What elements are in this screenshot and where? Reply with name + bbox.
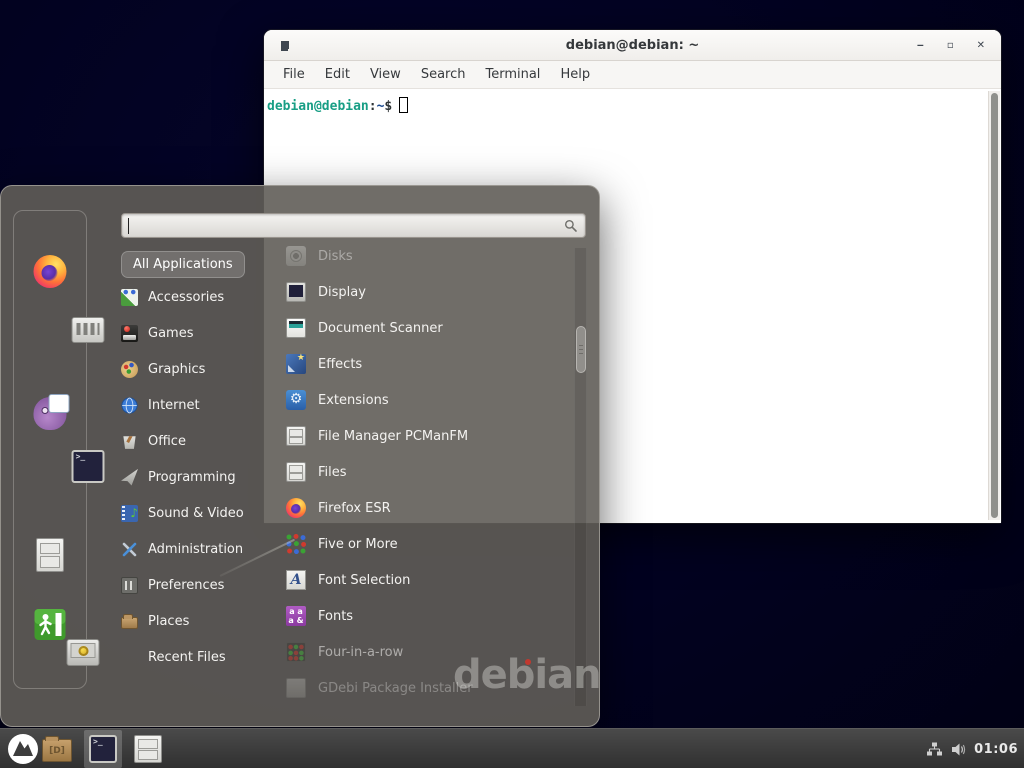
app-five-or-more[interactable]: Five or More [286, 526, 572, 562]
category-places[interactable]: Places [121, 603, 281, 639]
applications-menu-button[interactable] [8, 734, 38, 764]
close-icon[interactable]: ✕ [977, 41, 985, 51]
extensions-icon [286, 390, 306, 410]
app-files[interactable]: Files [286, 454, 572, 490]
category-administration[interactable]: Administration [121, 531, 281, 567]
app-document-scanner[interactable]: Document Scanner [286, 310, 572, 346]
office-icon [121, 433, 138, 450]
menu-search[interactable]: Search [411, 67, 476, 82]
category-office[interactable]: Office [121, 423, 281, 459]
internet-icon [121, 397, 138, 414]
taskbar-terminal-icon [89, 735, 117, 763]
menu-edit[interactable]: Edit [315, 67, 360, 82]
app-file-manager-pcmanfm[interactable]: File Manager PCManFM [286, 418, 572, 454]
clock[interactable]: 01:06 [974, 742, 1018, 757]
menu-view[interactable]: View [360, 67, 411, 82]
fonts-icon [286, 606, 306, 626]
category-preferences[interactable]: Preferences [121, 567, 281, 603]
maximize-icon[interactable]: ▫ [947, 41, 954, 51]
file-manager-pcmanfm-icon [286, 426, 306, 446]
menu-logo-icon [8, 734, 38, 764]
app-fonts[interactable]: Fonts [286, 598, 572, 634]
software-icon[interactable] [72, 317, 105, 343]
desktop-folder-button[interactable]: [D] [42, 739, 72, 762]
terminal-icon[interactable] [72, 450, 105, 483]
accessories-icon [121, 289, 138, 306]
menu-scrollbar[interactable] [574, 248, 587, 706]
search-icon [564, 219, 578, 233]
pidgin-icon[interactable] [34, 397, 67, 430]
category-games[interactable]: Games [121, 315, 281, 351]
category-list: All Applications Accessories Games Graph… [121, 251, 281, 675]
sound-video-icon [121, 505, 138, 522]
terminal-menubar: File Edit View Search Terminal Help [264, 61, 1001, 89]
network-icon[interactable] [926, 741, 943, 758]
menu-terminal[interactable]: Terminal [475, 67, 550, 82]
app-display[interactable]: Display [286, 274, 572, 310]
watermark-red-dot [525, 659, 531, 665]
programming-icon [121, 469, 138, 486]
app-disks[interactable]: Disks [286, 238, 572, 274]
menu-scrollbar-thumb[interactable] [576, 326, 586, 373]
terminal-scrollbar-thumb[interactable] [991, 93, 998, 518]
shell-prompt: debian@debian:~$ [264, 90, 1001, 114]
taskbar-terminal-button[interactable] [84, 730, 122, 768]
menu-file[interactable]: File [273, 67, 315, 82]
document-scanner-icon [286, 318, 306, 338]
display-icon [286, 282, 306, 302]
font-selection-icon [286, 570, 306, 590]
category-graphics[interactable]: Graphics [121, 351, 281, 387]
terminal-scrollbar[interactable] [988, 91, 1000, 520]
firefox-esr-icon [286, 498, 306, 518]
terminal-cursor [399, 97, 408, 113]
lock-screen-icon[interactable] [67, 639, 100, 666]
category-accessories[interactable]: Accessories [121, 279, 281, 315]
graphics-icon [121, 361, 138, 378]
effects-icon [286, 354, 306, 374]
system-tray: 01:06 [926, 729, 1018, 768]
menu-help[interactable]: Help [550, 67, 600, 82]
taskbar-files-button[interactable] [134, 735, 162, 763]
five-or-more-icon [286, 534, 306, 554]
four-in-a-row-icon [286, 642, 306, 662]
category-programming[interactable]: Programming [121, 459, 281, 495]
application-list: Disks Display Document Scanner Effects E… [286, 238, 572, 706]
applications-menu: All Applications Accessories Games Graph… [0, 185, 600, 727]
administration-icon [121, 541, 138, 558]
search-field[interactable] [121, 213, 586, 238]
category-all-applications[interactable]: All Applications [121, 251, 245, 278]
search-caret [128, 218, 129, 234]
app-firefox-esr[interactable]: Firefox ESR [286, 490, 572, 526]
preferences-icon [121, 577, 138, 594]
app-extensions[interactable]: Extensions [286, 382, 572, 418]
category-sound-video[interactable]: Sound & Video [121, 495, 281, 531]
volume-icon[interactable] [950, 741, 967, 758]
wallpaper-watermark: debian [453, 652, 601, 698]
favorites-panel [13, 210, 87, 689]
app-effects[interactable]: Effects [286, 346, 572, 382]
terminal-titlebar[interactable]: debian@debian: ~ ‒ ▫ ✕ [264, 30, 1001, 61]
folder-badge: [D] [49, 746, 65, 756]
category-internet[interactable]: Internet [121, 387, 281, 423]
gdebi-icon [286, 678, 306, 698]
taskbar: [D] 01:06 [0, 728, 1024, 768]
app-font-selection[interactable]: Font Selection [286, 562, 572, 598]
places-icon [121, 617, 138, 629]
file-manager-icon[interactable] [36, 538, 64, 572]
category-recent-files[interactable]: Recent Files [121, 639, 281, 675]
desktop: { "terminal": { "title": "debian@debian:… [0, 0, 1024, 768]
firefox-icon[interactable] [34, 255, 67, 288]
prompt-user-host: debian@debian [267, 99, 369, 114]
disks-icon [286, 246, 306, 266]
minimize-icon[interactable]: ‒ [917, 41, 924, 51]
terminal-title: debian@debian: ~ [264, 30, 1001, 61]
files-icon [286, 462, 306, 482]
games-icon [121, 325, 138, 342]
log-out-icon[interactable] [34, 608, 67, 641]
